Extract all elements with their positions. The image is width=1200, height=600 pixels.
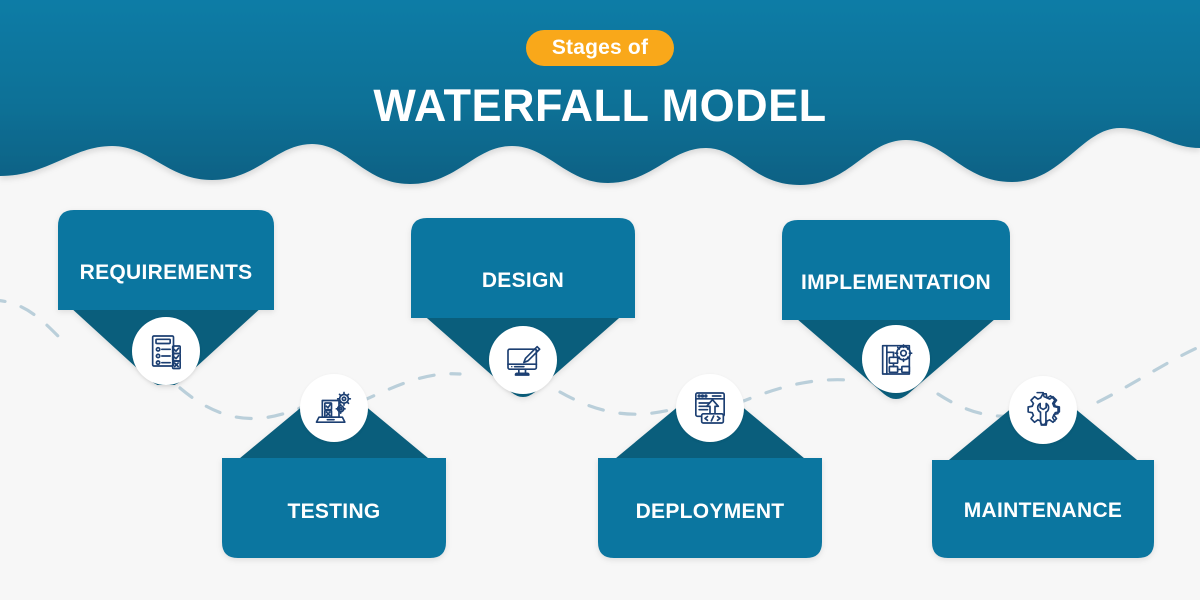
stage-card-maintenance[interactable]: MAINTENANCE [932, 376, 1154, 558]
icon-bubble-requirements [132, 317, 200, 385]
checklist-clipboard-icon [151, 335, 181, 370]
icon-bubble-maintenance [1009, 376, 1077, 444]
icon-bubble-deployment [676, 374, 744, 442]
stage-card-testing[interactable]: TESTING [222, 374, 446, 558]
stage-card-requirements[interactable]: REQUIREMENTS [58, 210, 274, 385]
laptop-test-gear-icon [315, 391, 352, 423]
stage-label-requirements: REQUIREMENTS [79, 261, 253, 284]
connector-segment-start [0, 299, 60, 338]
monitor-paintbrush-icon [507, 345, 541, 376]
browser-upload-code-icon [695, 392, 725, 424]
gear-wrench-icon [1027, 391, 1061, 426]
icon-bubble-implementation [862, 325, 930, 393]
stage-label-implementation: IMPLEMENTATION [800, 271, 992, 294]
icon-bubble-design [489, 326, 557, 394]
stage-card-deployment[interactable]: DEPLOYMENT [598, 374, 822, 558]
stage-card-design[interactable]: DESIGN [411, 218, 635, 398]
blueprint-gear-icon [881, 344, 913, 375]
stage-label-maintenance: MAINTENANCE [963, 499, 1123, 522]
stage-label-deployment: DEPLOYMENT [635, 500, 785, 523]
icon-bubble-testing [300, 374, 368, 442]
stage-label-design: DESIGN [481, 269, 565, 292]
stage-card-implementation[interactable]: IMPLEMENTATION [782, 220, 1010, 400]
infographic-canvas: Stages of WATERFALL MODEL REQUIREMENTS T… [0, 0, 1200, 600]
stage-label-testing: TESTING [287, 500, 381, 523]
